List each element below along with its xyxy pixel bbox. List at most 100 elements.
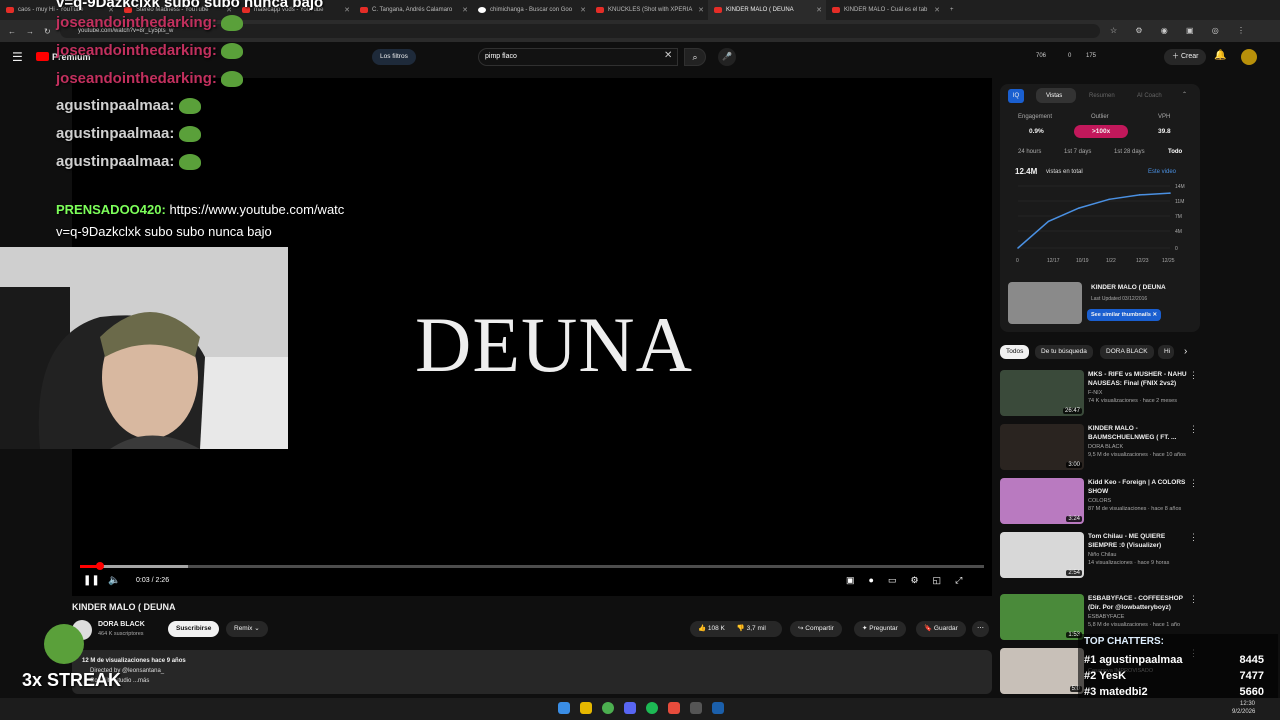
browser-tab[interactable]: KINDER MALO - Cuál es el tab ✕ [826,0,944,20]
recommendation-title[interactable]: Tom Chilau - ME QUIERE SIEMPRE :0 (Visua… [1088,532,1188,550]
pause-icon[interactable]: ❚❚ [83,575,100,586]
iq-icon[interactable]: ▣ [846,575,869,585]
like-dislike-group: 👍 108 K 👎 3,7 mil [690,621,782,637]
chatter-row: #3 matedbi2 5660 [1084,686,1264,698]
recommendation-channel[interactable]: F-NIX [1088,390,1102,396]
recommendation-item[interactable]: 3:24 Kidd Keo - Foreign | A COLORS SHOW CO… [1000,478,1200,530]
browser-tab[interactable]: KNUCKLES (Shot with XPERIA ✕ [590,0,708,20]
chat-line: joseandointhedarking: [56,14,244,32]
subtitles-icon[interactable]: ▭ [888,575,911,585]
mic-icon[interactable]: 🎤 [718,48,736,66]
save-button[interactable]: 🔖 Guardar [916,621,966,637]
tab-ai-coach[interactable]: AI Coach [1137,93,1162,99]
range-7d[interactable]: 1st 7 days [1064,149,1091,155]
more-vert-icon[interactable]: ⋮ [1189,370,1198,381]
youtube-icon [832,7,840,13]
close-icon[interactable]: ✕ [580,6,586,14]
recommendation-channel[interactable]: DORA BLACK [1088,444,1123,450]
chevron-right-icon[interactable]: › [1184,346,1187,357]
progress-bar[interactable] [80,565,984,568]
series-point [1138,194,1141,196]
bell-icon[interactable]: 🔔 [1214,50,1226,61]
chrome-icon[interactable] [602,702,614,714]
like-count[interactable]: 108 K [708,625,725,632]
chip-channel[interactable]: DORA BLACK [1100,345,1154,359]
view-count: 12 M de visualizaciones hace 9 años [82,658,186,664]
volume-icon[interactable]: 🔈 [108,575,120,586]
clear-search-icon[interactable]: ✕ [664,50,672,61]
extensions-icon[interactable]: ☆ ⚙ ◉ ▣ ◎ ⋮ [1110,26,1253,35]
more-vert-icon[interactable]: ⋮ [1189,532,1198,543]
windows-start-icon[interactable] [558,702,570,714]
video-title: KINDER MALO ( DEUNA [72,602,176,612]
create-button[interactable]: ＋ Crear [1164,49,1207,65]
search-icon[interactable]: ⌕ [684,48,706,66]
recommendation-title[interactable]: KINDER MALO - BAUMSCHUELNWEG ( FT. ... [1088,424,1188,442]
series-point [1169,192,1171,194]
browser-tab[interactable]: chimichanga - Buscar con Goo ✕ [472,0,590,20]
autoplay-icon[interactable]: ● [869,575,888,585]
progress-buffered [100,565,188,568]
close-icon[interactable]: ✕ [698,6,704,14]
range-28d[interactable]: 1st 28 days [1114,149,1145,155]
miniplayer-icon[interactable]: ◱ [933,575,956,585]
views-chart: 14M 11M 7M 4M 0 0 12/17 10/19 1/22 12/23 12/25 [1016,184,1185,264]
tab-resumen[interactable]: Resumen [1089,93,1115,99]
app-icon[interactable] [690,702,702,714]
browser-tab-active[interactable]: KINDER MALO ( DEUNA ✕ [708,0,826,20]
recommendation-channel[interactable]: COLORS [1088,498,1111,504]
recommendation-channel[interactable]: ESBABYFACE [1088,614,1124,620]
scrubber-handle[interactable] [96,562,104,570]
range-todo[interactable]: Todo [1168,149,1182,155]
chat-line: joseandointhedarking: [56,42,244,60]
chip-todos[interactable]: Todos [1000,345,1030,359]
recommendation-title[interactable]: MKS - RIFE vs MUSHER - NAHU NAUSEAS: Fin… [1088,370,1188,388]
more-actions-button[interactable]: ⋯ [972,621,989,637]
more-vert-icon[interactable]: ⋮ [1189,478,1198,489]
metric-vph: 39.8 [1158,128,1171,135]
recommendation-title[interactable]: ESBABYFACE - COFFEESHOP (Dir. Por @lowba… [1088,594,1188,612]
chip-search[interactable]: De tu búsqueda [1035,345,1093,359]
close-icon[interactable]: ✕ [462,6,468,14]
duration-badge: 3:00 [1066,462,1082,468]
recommendation-channel[interactable]: Niño Chilau [1088,552,1116,558]
ask-button[interactable]: ✦ Preguntar [854,621,906,637]
search-input[interactable]: pimp flaco [478,48,678,66]
app-icon[interactable] [668,702,680,714]
fullscreen-icon[interactable]: ⤢ [955,575,976,585]
series-point [1047,220,1050,223]
remix-button[interactable]: Remix ⌄ [226,621,268,637]
spotify-icon[interactable] [646,702,658,714]
subscribe-button[interactable]: Suscribirse [168,621,220,637]
iq-icon: IQ [1008,89,1024,103]
new-tab-button[interactable]: + [944,0,964,20]
like-icon[interactable]: 👍 [698,625,706,632]
time-display: 0:03 / 2:26 [136,577,170,584]
recommendation-item[interactable]: 3:00 KINDER MALO - BAUMSCHUELNWEG ( FT. .… [1000,424,1200,476]
chatter-row: #2 YesK 7477 [1084,670,1264,682]
more-vert-icon[interactable]: ⋮ [1189,594,1198,605]
chip-more[interactable]: Hi [1158,345,1174,359]
channel-name[interactable]: DORA BLACK [98,621,145,628]
recommendation-item[interactable]: 2:54 Tom Chilau - ME QUIERE SIEMPRE :0 (V… [1000,532,1200,584]
file-explorer-icon[interactable] [580,702,592,714]
share-button[interactable]: ↪ Compartir [790,621,842,637]
similar-thumbnails-button[interactable]: See similar thumbnails ✕ [1087,309,1162,321]
range-24h[interactable]: 24 hours [1018,149,1041,155]
chevron-up-icon[interactable]: ⌃ [1182,91,1187,98]
more-vert-icon[interactable]: ⋮ [1189,424,1198,435]
description-box[interactable] [72,650,992,694]
tab-vistas[interactable]: Vistas [1046,93,1062,99]
close-icon[interactable]: ✕ [816,6,822,14]
steam-icon[interactable] [712,702,724,714]
settings-icon[interactable]: ⚙ [910,575,932,585]
avatar[interactable] [1241,49,1257,65]
recommendation-title[interactable]: Kidd Keo - Foreign | A COLORS SHOW [1088,478,1188,496]
discord-icon[interactable] [624,702,636,714]
dislike-count[interactable]: 3,7 mil [747,625,766,632]
close-icon[interactable]: ✕ [934,6,940,14]
recommendation-item[interactable]: 26:47 MKS - RIFE vs MUSHER - NAHU NAUSEAS… [1000,370,1200,422]
dislike-icon[interactable]: 👎 [737,625,745,632]
streamer-webcam-image [0,247,288,449]
total-views-label[interactable]: vistas en total [1046,169,1083,175]
